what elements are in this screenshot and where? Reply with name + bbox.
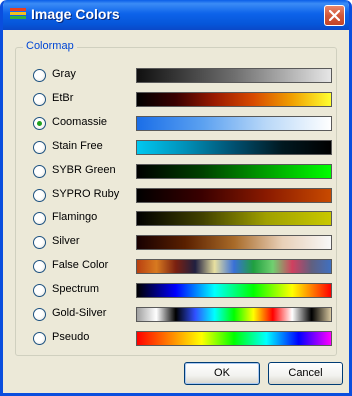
colormap-label[interactable]: Coomassie bbox=[52, 116, 107, 128]
colormap-preview-bar bbox=[136, 211, 332, 227]
colormap-label[interactable]: Gray bbox=[52, 68, 76, 80]
radio-button[interactable] bbox=[33, 188, 46, 202]
colormap-option-sypro-ruby[interactable]: SYPRO Ruby bbox=[33, 186, 338, 206]
colormap-option-gold-silver[interactable]: Gold-Silver bbox=[33, 305, 338, 325]
colormap-label[interactable]: Gold-Silver bbox=[52, 307, 106, 319]
colormap-preview-bar bbox=[136, 115, 332, 131]
ok-button[interactable]: OK bbox=[184, 362, 260, 385]
colormap-preview-bar bbox=[136, 235, 332, 251]
colormap-group-label: Colormap bbox=[23, 40, 77, 52]
radio-button[interactable] bbox=[33, 260, 46, 274]
colormap-option-coomassie[interactable]: Coomassie bbox=[33, 114, 338, 134]
radio-button[interactable] bbox=[33, 69, 46, 82]
colormap-label[interactable]: SYBR Green bbox=[52, 164, 116, 176]
colormap-preview-bar bbox=[136, 139, 332, 155]
radio-button[interactable] bbox=[33, 212, 46, 226]
title-bar[interactable]: Image Colors bbox=[3, 0, 349, 30]
radio-button[interactable] bbox=[33, 308, 46, 321]
radio-button[interactable] bbox=[33, 284, 46, 298]
radio-button[interactable] bbox=[33, 92, 46, 106]
colormap-label[interactable]: Flamingo bbox=[52, 211, 97, 223]
close-icon bbox=[329, 10, 340, 21]
colormap-label[interactable]: Spectrum bbox=[52, 283, 99, 295]
window-title: Image Colors bbox=[31, 6, 120, 22]
radio-button[interactable] bbox=[33, 236, 46, 250]
colormap-option-false-color[interactable]: False Color bbox=[33, 257, 338, 277]
colormap-preview-bar bbox=[136, 163, 332, 179]
cancel-button[interactable]: Cancel bbox=[268, 362, 343, 385]
colormap-preview-bar bbox=[136, 307, 332, 322]
image-colors-dialog: Image Colors Colormap Gray EtBr Coomassie S… bbox=[0, 0, 352, 396]
colormap-label[interactable]: SYPRO Ruby bbox=[52, 188, 119, 200]
colormap-preview-bar bbox=[136, 259, 332, 275]
colormap-label[interactable]: False Color bbox=[52, 259, 108, 271]
colormap-option-flamingo[interactable]: Flamingo bbox=[33, 209, 338, 229]
colormap-option-spectrum[interactable]: Spectrum bbox=[33, 281, 338, 301]
colormap-preview-bar bbox=[136, 187, 332, 203]
colormap-preview-bar bbox=[136, 330, 332, 346]
colormap-option-pseudo[interactable]: Pseudo bbox=[33, 329, 338, 349]
colormap-option-gray[interactable]: Gray bbox=[33, 66, 338, 86]
colormap-option-silver[interactable]: Silver bbox=[33, 233, 338, 253]
colormap-option-etbr[interactable]: EtBr bbox=[33, 90, 338, 110]
radio-button[interactable] bbox=[33, 164, 46, 178]
colormap-label[interactable]: EtBr bbox=[52, 92, 73, 104]
colormap-label[interactable]: Pseudo bbox=[52, 331, 89, 343]
colormap-preview-bar bbox=[136, 91, 332, 107]
colormap-preview-bar bbox=[136, 68, 332, 83]
colormap-preview-bar bbox=[136, 283, 332, 299]
radio-button[interactable] bbox=[33, 116, 46, 130]
colormap-option-stain-free[interactable]: Stain Free bbox=[33, 138, 338, 158]
colormap-icon bbox=[10, 8, 26, 22]
radio-button[interactable] bbox=[33, 140, 46, 154]
colormap-option-sybr-green[interactable]: SYBR Green bbox=[33, 162, 338, 182]
colormap-label[interactable]: Silver bbox=[52, 235, 80, 247]
close-button[interactable] bbox=[324, 5, 345, 26]
radio-button[interactable] bbox=[33, 331, 46, 345]
colormap-label[interactable]: Stain Free bbox=[52, 140, 103, 152]
